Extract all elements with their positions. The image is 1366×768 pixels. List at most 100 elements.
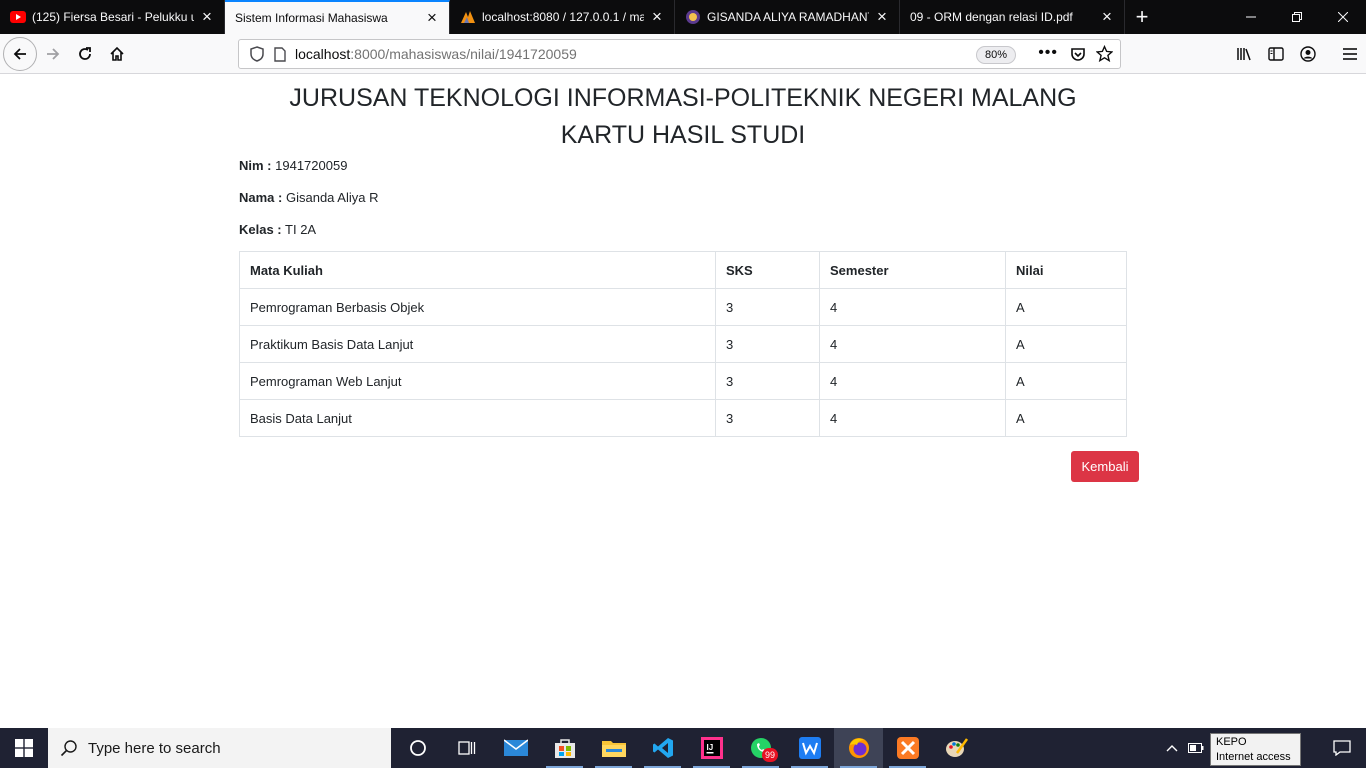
forward-button[interactable] [37,38,69,70]
cell-sks: 3 [715,325,820,363]
windows-taskbar: Type here to search IJ 99 [0,728,1366,768]
close-icon[interactable]: × [198,8,216,26]
tab-title: localhost:8080 / 127.0.0.1 / mah [482,10,644,24]
paint-icon[interactable] [932,728,981,768]
whatsapp-icon[interactable]: 99 [736,728,785,768]
task-view-icon[interactable] [442,728,491,768]
mail-icon[interactable] [491,728,540,768]
nim-value: 1941720059 [275,158,348,173]
tab-title: GISANDA ALIYA RAMADHANTI [707,10,869,24]
close-window-icon[interactable] [1320,0,1366,34]
network-tooltip: KEPO Internet access [1210,733,1301,766]
cell-semester: 4 [819,362,1006,400]
sidebar-icon[interactable] [1260,38,1292,70]
pocket-icon[interactable] [1070,46,1086,65]
header-sks: SKS [715,251,820,289]
close-icon[interactable]: × [873,8,891,26]
action-center-icon[interactable] [1318,728,1366,768]
nim-row: Nim : 1941720059 [239,158,347,173]
page-info-icon[interactable] [269,46,291,62]
tab-pdf[interactable]: 09 - ORM dengan relasi ID.pdf × [900,0,1125,34]
page-title-institution: JURUSAN TEKNOLOGI INFORMASI-POLITEKNIK N… [289,84,1077,112]
tab-phpmyadmin[interactable]: localhost:8080 / 127.0.0.1 / mah × [450,0,675,34]
window-controls [1228,0,1366,34]
close-icon[interactable]: × [648,8,666,26]
kembali-button[interactable]: Kembali [1071,451,1139,482]
intellij-icon[interactable]: IJ [687,728,736,768]
url-host: localhost [295,46,351,62]
reload-button[interactable] [69,38,101,70]
nim-label: Nim : [239,158,272,173]
tab-youtube[interactable]: (125) Fiersa Besari - Pelukku untuk × [0,0,225,34]
taskbar-search-input[interactable]: Type here to search [48,728,391,768]
cell-nilai: A [1005,288,1127,326]
back-button[interactable] [3,36,37,71]
cell-semester: 4 [819,399,1006,437]
table-row: Praktikum Basis Data Lanjut 3 4 A [239,325,1127,363]
home-button[interactable] [101,38,133,70]
zoom-level-badge[interactable]: 80% [975,46,1016,64]
firefox-icon[interactable] [834,728,883,768]
search-placeholder: Type here to search [88,739,221,757]
start-button[interactable] [0,728,48,768]
cell-mata-kuliah: Praktikum Basis Data Lanjut [239,325,716,363]
page-content: JURUSAN TEKNOLOGI INFORMASI-POLITEKNIK N… [0,74,1366,728]
table-row: Pemrograman Berbasis Objek 3 4 A [239,288,1127,326]
tab-title: (125) Fiersa Besari - Pelukku untuk [32,10,194,24]
restore-icon[interactable] [1274,0,1320,34]
new-tab-button[interactable]: + [1125,0,1159,34]
file-explorer-icon[interactable] [589,728,638,768]
minimize-icon[interactable] [1228,0,1274,34]
bookmark-star-icon[interactable] [1095,44,1114,65]
vscode-icon[interactable] [638,728,687,768]
kelas-value: TI 2A [285,222,317,237]
header-mata-kuliah: Mata Kuliah [239,251,716,289]
xampp-icon[interactable] [883,728,932,768]
wps-office-icon[interactable] [785,728,834,768]
cell-mata-kuliah: Basis Data Lanjut [239,399,716,437]
whatsapp-unread-badge: 99 [762,748,778,762]
page-actions-icon[interactable]: ••• [1038,44,1058,62]
table-row: Basis Data Lanjut 3 4 A [239,399,1127,437]
phpmyadmin-icon [460,9,476,25]
battery-icon[interactable] [1184,743,1208,753]
cell-semester: 4 [819,288,1006,326]
cortana-icon[interactable] [393,728,442,768]
nama-label: Nama : [239,190,283,205]
svg-text:IJ: IJ [706,743,713,752]
cell-mata-kuliah: Pemrograman Web Lanjut [239,362,716,400]
tab-strip: (125) Fiersa Besari - Pelukku untuk × Si… [0,0,1366,34]
tooltip-network-name: KEPO [1216,736,1247,748]
shield-icon[interactable] [245,46,269,62]
search-icon [60,739,78,757]
navigation-toolbar: localhost:8000/mahasiswas/nilai/19417200… [0,34,1366,74]
cell-nilai: A [1005,362,1127,400]
cell-nilai: A [1005,399,1127,437]
account-icon[interactable] [1292,38,1324,70]
header-nilai: Nilai [1005,251,1127,289]
nama-row: Nama : Gisanda Aliya R [239,190,378,205]
tab-gisanda[interactable]: GISANDA ALIYA RAMADHANTI × [675,0,900,34]
close-icon[interactable]: × [423,9,441,27]
library-icon[interactable] [1228,38,1260,70]
cell-semester: 4 [819,325,1006,363]
cell-sks: 3 [715,362,820,400]
tab-title: Sistem Informasi Mahasiswa [235,11,388,25]
cell-mata-kuliah: Pemrograman Berbasis Objek [239,288,716,326]
chevron-up-icon[interactable] [1160,744,1184,752]
url-path: :8000/mahasiswas/nilai/1941720059 [350,46,577,62]
header-semester: Semester [819,251,1006,289]
youtube-icon [10,9,26,25]
tab-sistem-informasi[interactable]: Sistem Informasi Mahasiswa × [225,0,450,34]
tab-title: 09 - ORM dengan relasi ID.pdf [910,10,1073,24]
close-icon[interactable]: × [1098,8,1116,26]
cell-sks: 3 [715,399,820,437]
menu-icon[interactable] [1334,38,1366,70]
campus-logo-icon [685,9,701,25]
store-icon[interactable] [540,728,589,768]
kelas-row: Kelas : TI 2A [239,222,316,237]
address-bar[interactable]: localhost:8000/mahasiswas/nilai/19417200… [238,39,1121,69]
table-header-row: Mata Kuliah SKS Semester Nilai [239,251,1127,289]
cell-sks: 3 [715,288,820,326]
tooltip-network-status: Internet access [1216,751,1291,763]
